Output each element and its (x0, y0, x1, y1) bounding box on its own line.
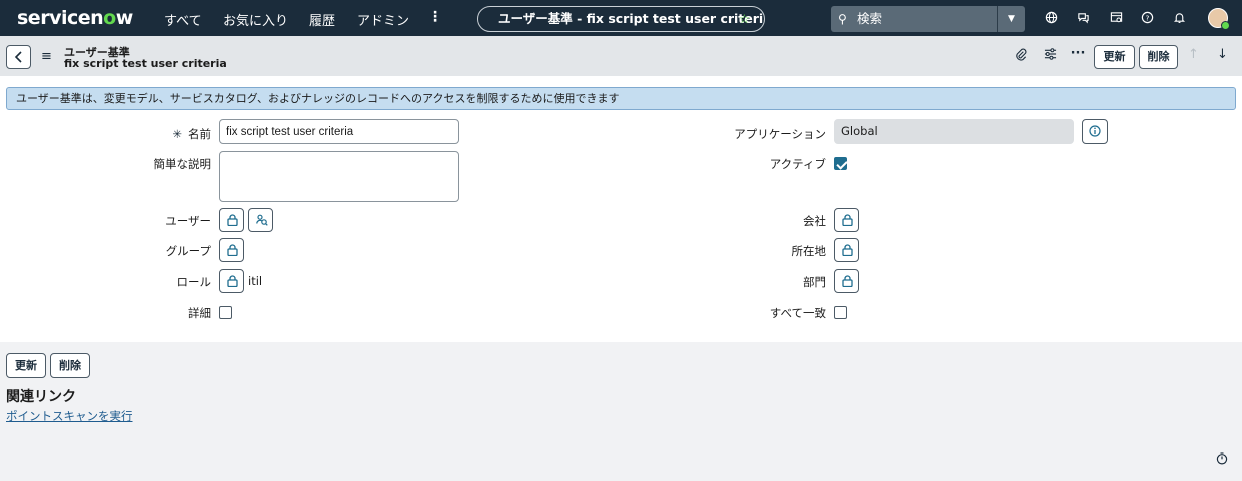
servicenow-logo[interactable]: servicenow (17, 7, 133, 29)
user-label: ユーザー (165, 214, 211, 228)
group-label: グループ (165, 244, 211, 258)
chat-icon[interactable] (1074, 9, 1092, 27)
form-header: ≡ ユーザー基準 fix script test user criteria ·… (0, 36, 1242, 76)
next-record-arrow-icon[interactable]: ↓ (1217, 47, 1228, 62)
menu-all[interactable]: すべて (164, 10, 202, 29)
required-asterisk-icon: ✳ (172, 127, 182, 141)
user-unlock-button[interactable] (219, 208, 244, 232)
match-all-label: すべて一致 (769, 306, 826, 320)
notifications-bell-icon[interactable] (1170, 9, 1188, 27)
short-description-label: 簡単な説明 (153, 157, 212, 171)
favorite-star-icon[interactable]: ☆ (739, 7, 750, 30)
menu-favorites[interactable]: お気に入り (223, 10, 288, 29)
info-message: ユーザー基準は、変更モデル、サービスカタログ、およびナレッジのレコードへのアクセ… (6, 87, 1236, 110)
back-button[interactable] (6, 45, 31, 69)
user-avatar[interactable] (1208, 8, 1230, 30)
search-scope-dropdown[interactable]: ▼ (997, 6, 1025, 32)
menu-history[interactable]: 履歴 (309, 10, 335, 29)
user-search-icon (256, 214, 268, 226)
global-search-input[interactable]: ⚲ 検索 (831, 6, 997, 32)
header-delete-button[interactable]: 削除 (1139, 45, 1178, 69)
help-icon[interactable]: ? (1138, 9, 1156, 27)
active-checkbox[interactable] (834, 157, 847, 170)
response-time-icon[interactable] (1216, 452, 1228, 468)
lock-icon (842, 275, 853, 287)
advanced-label: 詳細 (188, 306, 211, 320)
lock-icon (227, 244, 238, 256)
footer-update-button[interactable]: 更新 (6, 353, 46, 378)
presence-status-icon (1221, 21, 1230, 30)
application-label: アプリケーション (734, 127, 826, 141)
form-context-menu-icon[interactable]: ≡ (41, 49, 52, 64)
record-title: ユーザー基準 - fix script test user criteria (498, 11, 765, 26)
search-icon: ⚲ (838, 12, 847, 26)
name-label: ✳ 名前 (172, 127, 211, 141)
application-field: Global (834, 119, 1074, 144)
personalize-form-icon[interactable] (1042, 48, 1058, 64)
lock-icon (842, 244, 853, 256)
admin-panel-icon[interactable] (1107, 9, 1125, 27)
form-record-name: fix script test user criteria (64, 57, 227, 70)
user-lookup-button[interactable] (248, 208, 273, 232)
svg-text:?: ? (1145, 13, 1149, 22)
advanced-checkbox[interactable] (219, 306, 232, 319)
role-value: itil (248, 274, 263, 288)
role-unlock-button[interactable] (219, 269, 244, 293)
record-title-pill[interactable]: ユーザー基準 - fix script test user criteria ☆ (477, 6, 765, 32)
info-icon (1089, 125, 1101, 137)
group-unlock-button[interactable] (219, 238, 244, 262)
name-input[interactable] (219, 119, 459, 144)
lock-icon (227, 275, 238, 287)
related-links-title: 関連リンク (6, 389, 76, 405)
footer-delete-button[interactable]: 削除 (50, 353, 90, 378)
attachment-paperclip-icon[interactable] (1013, 48, 1029, 65)
point-scan-link[interactable]: ポイントスキャンを実行 (6, 408, 133, 424)
lock-icon (842, 214, 853, 226)
header-update-button[interactable]: 更新 (1094, 45, 1135, 69)
short-description-textarea[interactable] (219, 151, 459, 202)
location-unlock-button[interactable] (834, 238, 859, 262)
application-info-button[interactable] (1082, 119, 1108, 144)
more-menu-icon[interactable]: ⋮ (428, 9, 442, 25)
department-unlock-button[interactable] (834, 269, 859, 293)
form-body: ユーザー基準は、変更モデル、サービスカタログ、およびナレッジのレコードへのアクセ… (0, 76, 1242, 342)
active-label: アクティブ (769, 157, 826, 171)
location-label: 所在地 (791, 244, 827, 258)
search-placeholder: 検索 (857, 11, 883, 26)
globe-icon[interactable] (1042, 9, 1060, 27)
menu-admin[interactable]: アドミン (357, 10, 409, 29)
company-label: 会社 (803, 214, 826, 228)
match-all-checkbox[interactable] (834, 306, 847, 319)
role-label: ロール (176, 275, 212, 289)
top-navigation: servicenow すべて お気に入り 履歴 アドミン ⋮ ユーザー基準 - … (0, 0, 1242, 36)
more-options-icon[interactable]: ··· (1070, 46, 1086, 61)
department-label: 部門 (803, 275, 826, 289)
company-unlock-button[interactable] (834, 208, 859, 232)
lock-icon (227, 214, 238, 226)
previous-record-arrow-icon[interactable]: ↑ (1188, 47, 1199, 62)
